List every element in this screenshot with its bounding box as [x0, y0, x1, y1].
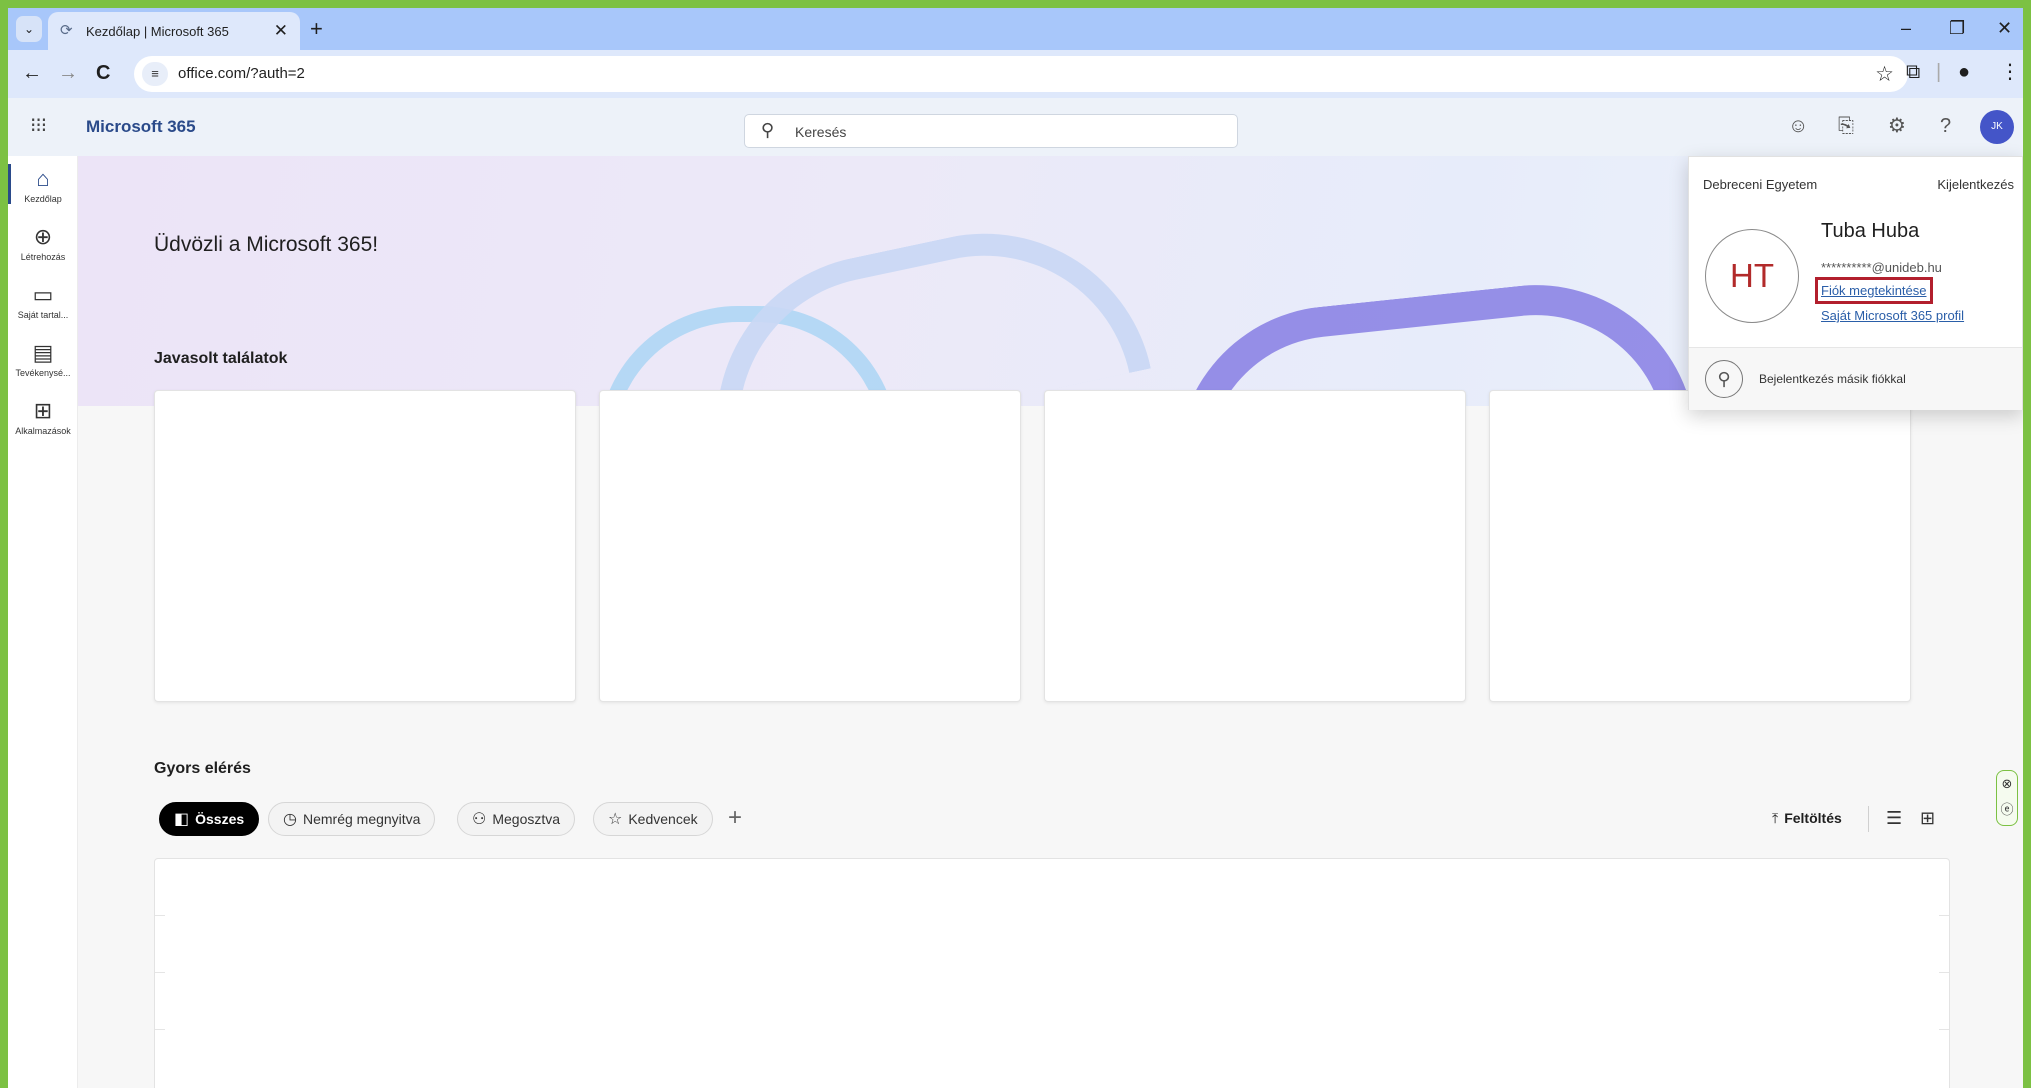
rail-item-label: Saját tartal... [17, 310, 69, 320]
rail-item-create[interactable]: ⊕ Létrehozás [8, 224, 78, 262]
row-divider [155, 1029, 165, 1030]
extension-e-icon[interactable]: ⓔ [1997, 797, 2017, 823]
rail-item-label: Kezdőlap [24, 194, 62, 204]
sign-in-other-label: Bejelentkezés másik fiókkal [1759, 372, 1906, 386]
back-icon[interactable]: ← [22, 62, 42, 84]
decorative-ribbon [685, 202, 1151, 406]
row-divider [1939, 915, 1949, 916]
folder-icon: ▭ [32, 282, 54, 307]
app-name[interactable]: Microsoft 365 [86, 117, 196, 137]
tab-strip: ⌄ ⟳ Kezdőlap | Microsoft 365 ✕ + – ❐ ✕ [8, 8, 2023, 50]
search-icon: ⚲ [761, 120, 775, 140]
people-icon: ⚇ [472, 811, 487, 828]
quick-access-heading: Gyors elérés [154, 760, 251, 777]
filter-label: Megosztva [492, 811, 561, 827]
feedback-smiley-icon[interactable]: ☺ [1788, 115, 1808, 137]
minimize-button[interactable]: – [1901, 18, 1911, 38]
add-filter-icon[interactable]: + [728, 803, 742, 833]
tab-active[interactable]: ⟳ Kezdőlap | Microsoft 365 ✕ [48, 12, 300, 50]
tab-search-button[interactable]: ⌄ [16, 16, 42, 42]
filter-label: Nemrég megnyitva [302, 811, 421, 827]
rail-item-apps[interactable]: ⊞ Alkalmazások [8, 398, 78, 436]
rail-item-label: Alkalmazások [15, 426, 71, 436]
settings-gear-icon[interactable]: ⚙ [1888, 115, 1906, 137]
rail-item-my-content[interactable]: ▭ Saját tartal... [8, 282, 78, 320]
add-circle-icon: ⊕ [33, 224, 53, 249]
quick-access-list [154, 858, 1950, 1088]
office-files-icon: ◧ [174, 811, 190, 828]
row-divider [155, 972, 165, 973]
filter-label: Kedvencek [628, 811, 698, 827]
search-input[interactable]: ⚲ Keresés [744, 114, 1238, 148]
close-window-button[interactable]: ✕ [1997, 18, 2012, 38]
rail-item-activity[interactable]: ▤ Tevékenysé... [8, 340, 78, 378]
organization-name: Debreceni Egyetem [1703, 177, 1818, 192]
address-bar[interactable]: ≡ office.com/?auth=2 ☆ [134, 56, 1908, 92]
search-placeholder: Keresés [795, 124, 847, 140]
user-email: **********@unideb.hu [1821, 260, 1942, 275]
user-name: Tuba Huba [1821, 220, 1920, 242]
url-text[interactable]: office.com/?auth=2 [178, 65, 305, 82]
row-divider [1939, 972, 1949, 973]
suggested-card[interactable] [154, 390, 576, 702]
decorative-ribbon [1161, 269, 1695, 406]
account-avatar-button[interactable]: JK [1980, 110, 2014, 144]
help-icon[interactable]: ? [1940, 115, 1951, 137]
m365-header: ⁝⁝⁝ Microsoft 365 ⚲ Keresés ☺ ⎘ ⚙ ? JK [8, 98, 2023, 156]
floating-extension-widget[interactable]: ⊗ ⓔ [1996, 770, 2018, 826]
row-divider [155, 915, 165, 916]
grid-view-icon[interactable]: ⊞ [1920, 807, 1935, 829]
extensions-icon[interactable]: ⧉ [1906, 60, 1920, 84]
add-person-icon: ⚲ [1705, 360, 1743, 398]
activity-icon: ▤ [32, 340, 54, 365]
restore-button[interactable]: ❐ [1949, 18, 1965, 38]
filter-label: Összes [195, 811, 245, 827]
account-flyout: Debreceni Egyetem Kijelentkezés HT Tuba … [1688, 156, 2023, 410]
profile-icon[interactable]: ● [1958, 60, 1970, 84]
tab-close-icon[interactable]: ✕ [274, 21, 288, 41]
suggested-heading: Javasolt találatok [154, 350, 288, 367]
filter-favorites[interactable]: ☆ Kedvencek [593, 802, 713, 836]
filter-recent[interactable]: ◷ Nemrég megnyitva [268, 802, 436, 836]
rail-item-label: Létrehozás [20, 252, 66, 262]
profile-link[interactable]: Saját Microsoft 365 profil [1821, 308, 1964, 323]
filter-all[interactable]: ◧ Összes [159, 802, 260, 836]
site-info-icon[interactable]: ≡ [142, 62, 168, 86]
app-launcher-icon[interactable]: ⁝⁝⁝ [30, 116, 47, 136]
my-day-icon[interactable]: ⎘ [1838, 115, 1854, 137]
home-icon: ⌂ [36, 166, 50, 191]
welcome-heading: Üdvözli a Microsoft 365! [154, 233, 379, 256]
forward-icon[interactable]: → [58, 62, 78, 84]
close-circle-icon[interactable]: ⊗ [1997, 771, 2017, 797]
row-divider [1939, 1029, 1949, 1030]
reload-icon[interactable]: C [96, 62, 110, 84]
clock-icon: ◷ [283, 811, 297, 828]
toolbar-divider [1868, 806, 1869, 832]
star-icon: ☆ [608, 811, 623, 828]
browser-window: ⌄ ⟳ Kezdőlap | Microsoft 365 ✕ + – ❐ ✕ ←… [8, 8, 2023, 1088]
sign-out-link[interactable]: Kijelentkezés [1937, 177, 2014, 192]
suggested-card[interactable] [1489, 390, 1911, 702]
filter-shared[interactable]: ⚇ Megosztva [457, 802, 576, 836]
suggested-card[interactable] [599, 390, 1021, 702]
view-account-link[interactable]: Fiók megtekintése [1815, 277, 1933, 304]
upload-arrow-icon: ⤒ [1772, 810, 1779, 826]
upload-button[interactable]: ⤒ Feltöltés [1772, 810, 1842, 827]
toolbar-divider: | [1936, 61, 1942, 83]
suggested-card[interactable] [1044, 390, 1466, 702]
new-tab-button[interactable]: + [310, 17, 323, 41]
left-nav-rail: ⌂ Kezdőlap ⊕ Létrehozás ▭ Saját tartal..… [8, 156, 78, 1088]
rail-item-home[interactable]: ⌂ Kezdőlap [8, 166, 78, 204]
sign-in-other-account[interactable]: ⚲ Bejelentkezés másik fiókkal [1689, 348, 2022, 410]
browser-toolbar: ← → C ≡ office.com/?auth=2 ☆ ⧉ | ● ⋮ [8, 50, 2023, 98]
apps-grid-icon: ⊞ [33, 398, 53, 423]
browser-menu-icon[interactable]: ⋮ [2000, 60, 2020, 84]
rail-item-label: Tevékenysé... [15, 368, 71, 378]
microsoft365-favicon-icon: ⟳ [60, 22, 73, 39]
list-view-icon[interactable]: ☰ [1886, 807, 1902, 829]
bookmark-star-icon[interactable]: ☆ [1875, 62, 1894, 87]
upload-label: Feltöltés [1784, 810, 1842, 826]
user-avatar: HT [1705, 229, 1799, 323]
tab-title: Kezdőlap | Microsoft 365 [86, 23, 229, 39]
